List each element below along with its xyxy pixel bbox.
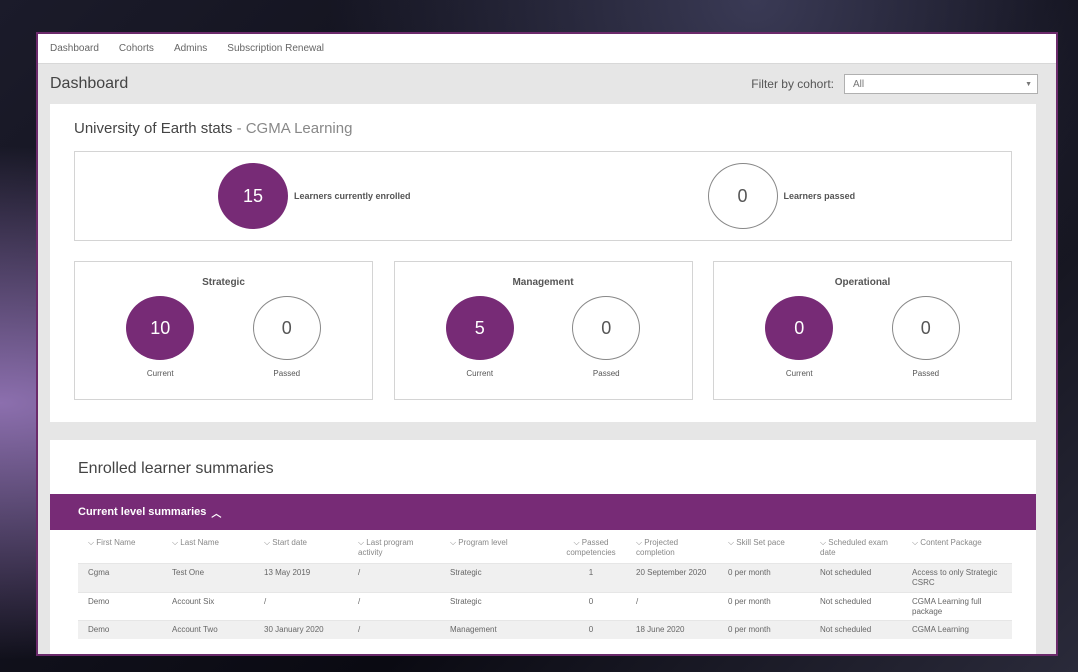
level-current-count: 5 (445, 296, 514, 360)
top-navigation: Dashboard Cohorts Admins Subscription Re… (38, 34, 1056, 64)
cell-projected-completion: 20 September 2020 (626, 562, 718, 593)
cell-start-date: / (254, 591, 348, 621)
cell-last-activity: / (348, 620, 440, 639)
level-box-management: Management 5 Current 0 Passed (393, 261, 693, 400)
cell-projected-completion: / (626, 591, 718, 621)
chevron-down-icon: ▼ (1025, 80, 1032, 88)
level-box-strategic: Strategic 10 Current 0 Passed (74, 261, 373, 400)
cell-passed-competencies: 1 (550, 562, 626, 593)
level-title: Management (512, 277, 574, 288)
cell-program-level: Strategic (440, 562, 550, 593)
cell-last-activity: / (348, 562, 440, 593)
stats-org-name: University of Earth stats (74, 120, 233, 137)
nav-cohorts[interactable]: Cohorts (119, 43, 154, 54)
level-current-label: Current (785, 369, 813, 378)
cell-projected-completion: 18 June 2020 (626, 620, 718, 639)
cell-passed-competencies: 0 (550, 620, 626, 639)
section-label: Current level summaries (78, 506, 207, 518)
level-current-label: Current (466, 369, 494, 378)
cell-last-name: Test One (162, 562, 254, 593)
column-header[interactable]: ⌵ Program level (440, 530, 550, 563)
cell-first-name: Demo (78, 591, 162, 621)
cell-program-level: Strategic (440, 591, 550, 621)
column-header[interactable]: ⌵ Start date (254, 530, 348, 563)
overall-stats-box: 15 Learners currently enrolled 0 Learner… (74, 151, 1012, 241)
page-title: Dashboard (50, 75, 129, 92)
filter-label: Filter by cohort: (751, 77, 834, 91)
cell-first-name: Cgma (78, 562, 162, 593)
level-passed-label: Passed (273, 369, 301, 378)
column-header[interactable]: ⌵ Last Name (162, 530, 254, 563)
level-current-count: 0 (765, 296, 834, 360)
table-row[interactable]: Demo Account Six / / Strategic 0 / 0 per… (78, 591, 1012, 621)
level-passed-count: 0 (891, 296, 960, 360)
level-stats: Strategic 10 Current 0 Passed Management (74, 261, 1012, 400)
cell-skill-pace: 0 per month (718, 562, 810, 593)
nav-admins[interactable]: Admins (174, 43, 207, 54)
chevron-up-icon: ︿ (211, 508, 222, 520)
level-passed-count: 0 (252, 296, 321, 360)
cell-exam-date: Not scheduled (810, 591, 902, 621)
level-current-label: Current (146, 369, 174, 378)
cell-passed-competencies: 0 (550, 591, 626, 621)
stats-panel: University of Earth stats - CGMA Learnin… (50, 104, 1036, 422)
cohort-filter: Filter by cohort: All ▼ (751, 74, 1038, 94)
level-title: Operational (834, 277, 891, 288)
learner-summary-table: ⌵ First Name ⌵ Last Name ⌵ Start date ⌵ … (78, 530, 1012, 639)
level-box-operational: Operational 0 Current 0 Passed (713, 261, 1012, 400)
cell-skill-pace: 0 per month (718, 620, 810, 639)
enrolled-stat: 15 Learners currently enrolled (218, 163, 411, 229)
column-header[interactable]: ⌵ First Name (78, 530, 162, 563)
level-passed-count: 0 (572, 296, 641, 360)
passed-stat: 0 Learners passed (707, 163, 856, 229)
stats-subtitle: - CGMA Learning (236, 120, 353, 137)
cell-first-name: Demo (78, 620, 162, 639)
cell-content-package: Access to only Strategic CSRC (902, 562, 1012, 593)
column-header[interactable]: ⌵ Last program activity (348, 530, 440, 563)
summaries-panel: Enrolled learner summaries Current level… (50, 440, 1036, 654)
nav-dashboard[interactable]: Dashboard (50, 43, 99, 54)
cell-content-package: CGMA Learning (902, 620, 1012, 639)
cell-last-activity: / (348, 591, 440, 621)
stats-title: University of Earth stats - CGMA Learnin… (74, 120, 1012, 137)
table-row[interactable]: Cgma Test One 13 May 2019 / Strategic 1 … (78, 562, 1012, 593)
cell-start-date: 30 January 2020 (254, 620, 348, 639)
column-header[interactable]: ⌵ Skill Set pace (718, 530, 810, 563)
cell-last-name: Account Two (162, 620, 254, 639)
enrolled-label: Learners currently enrolled (294, 191, 411, 201)
app-screen: Dashboard Cohorts Admins Subscription Re… (36, 32, 1058, 656)
cell-skill-pace: 0 per month (718, 591, 810, 621)
passed-label: Learners passed (783, 191, 856, 201)
level-current-count: 10 (126, 296, 195, 360)
cohort-select-value: All (853, 78, 865, 90)
table-header-row: ⌵ First Name ⌵ Last Name ⌵ Start date ⌵ … (78, 530, 1012, 563)
column-header[interactable]: ⌵ Passed competencies (550, 530, 626, 563)
cell-last-name: Account Six (162, 591, 254, 621)
level-title: Strategic (202, 277, 245, 288)
page-header: Dashboard Filter by cohort: All ▼ (38, 64, 1056, 104)
table-row[interactable]: Demo Account Two 30 January 2020 / Manag… (78, 620, 1012, 639)
summaries-title: Enrolled learner summaries (78, 460, 274, 477)
cell-exam-date: Not scheduled (810, 562, 902, 593)
cell-content-package: CGMA Learning full package (902, 591, 1012, 621)
column-header[interactable]: ⌵ Scheduled exam date (810, 530, 902, 563)
cell-exam-date: Not scheduled (810, 620, 902, 639)
nav-subscription-renewal[interactable]: Subscription Renewal (227, 43, 324, 54)
cohort-select[interactable]: All ▼ (844, 74, 1038, 94)
level-passed-label: Passed (912, 369, 940, 378)
level-passed-label: Passed (592, 369, 620, 378)
current-level-summaries-toggle[interactable]: Current level summaries ︿ (50, 494, 1036, 530)
column-header[interactable]: ⌵ Content Package (902, 530, 1012, 563)
column-header[interactable]: ⌵ Projected completion (626, 530, 718, 563)
cell-program-level: Management (440, 620, 550, 639)
passed-count: 0 (707, 163, 778, 229)
cell-start-date: 13 May 2019 (254, 562, 348, 593)
enrolled-count: 15 (218, 163, 288, 229)
